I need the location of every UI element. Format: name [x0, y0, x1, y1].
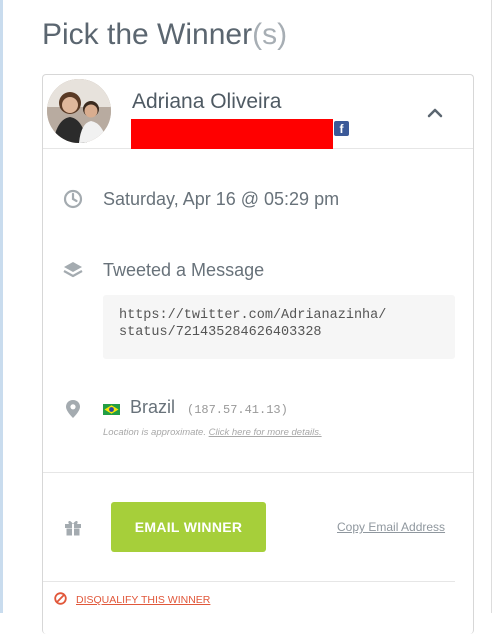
- left-border: [0, 0, 3, 613]
- winner-card-header[interactable]: Adriana Oliveira f: [43, 75, 473, 149]
- brazil-flag-icon: [103, 402, 120, 415]
- facebook-icon: f: [334, 121, 349, 136]
- tweet-url-line-1: https://twitter.com/Adrianazinha/: [119, 308, 387, 323]
- page-title-suffix: (s): [252, 18, 288, 51]
- disqualify-label: DISQUALIFY THIS WINNER: [76, 594, 211, 606]
- location-note-text: Location is approximate.: [103, 427, 206, 438]
- entry-date: Saturday, Apr 16 @ 05:29 pm: [103, 189, 340, 209]
- map-pin-icon: [63, 399, 83, 419]
- winner-ip: (187.57.41.13): [187, 403, 288, 417]
- divider: [43, 581, 455, 582]
- divider: [43, 472, 473, 473]
- winner-name: Adriana Oliveira: [132, 90, 282, 113]
- location-note: Location is approximate. Click here for …: [103, 427, 322, 438]
- winner-card: Adriana Oliveira f Saturday, Apr 16 @ 05…: [42, 74, 474, 634]
- location-details-link[interactable]: Click here for more details.: [209, 427, 322, 438]
- layers-icon: [63, 260, 83, 280]
- tweet-url-box: https://twitter.com/Adrianazinha/ status…: [103, 295, 455, 359]
- page-title: Pick the Winner(s): [42, 18, 287, 52]
- avatar: [47, 79, 111, 143]
- copy-email-link[interactable]: Copy Email Address: [337, 520, 445, 534]
- page-title-main: Pick the Winner: [42, 18, 253, 51]
- tweet-url-line-2: status/721435284626403328: [119, 325, 322, 340]
- entry-action: Tweeted a Message: [103, 260, 265, 280]
- redacted-email: [131, 119, 333, 149]
- ban-icon: [54, 592, 67, 605]
- right-border: [491, 0, 492, 613]
- winner-country: Brazil: [130, 397, 176, 417]
- clock-icon: [63, 189, 83, 209]
- gift-icon: [63, 517, 83, 537]
- chevron-up-icon[interactable]: [427, 105, 443, 118]
- email-winner-button[interactable]: EMAIL WINNER: [111, 502, 266, 552]
